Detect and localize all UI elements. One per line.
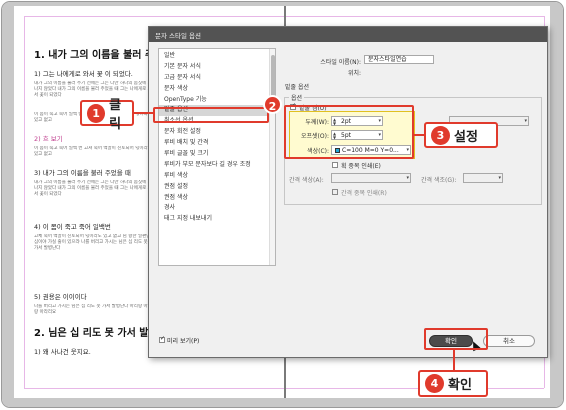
chevron-down-icon[interactable]: ▾ xyxy=(498,174,501,183)
callout-connector xyxy=(453,349,455,371)
doc-subhead: 3) 내가 그의 이름을 불러 주었을 때 xyxy=(34,169,131,177)
category-item[interactable]: 권점 색상 xyxy=(159,193,275,204)
category-item[interactable]: 일반 xyxy=(159,51,275,62)
doc-subhead: 2) 흐 보기 xyxy=(34,135,63,143)
step2-badge: 2 xyxy=(263,95,282,114)
chevron-down-icon[interactable]: ▾ xyxy=(406,174,409,183)
category-item[interactable]: OpenType 기능 xyxy=(159,95,275,106)
doc-body: 내가 그의 이름을 불러 주기 전에는 그는 다만 하나의 몸짓에 지나지 않았… xyxy=(34,180,152,198)
category-item[interactable]: 루비 색상 xyxy=(159,171,275,182)
step1-badge: 1 xyxy=(87,103,106,123)
screenshot-frame: 1. 내가 그의 이름을 불러 주었 1) 그는 나에게로 와서 꽃 이 되었다… xyxy=(1,1,564,408)
callout-connector xyxy=(132,112,154,114)
category-item[interactable]: 기본 문자 서식 xyxy=(159,62,275,73)
doc-heading-1: 1. 내가 그의 이름을 불러 주었 xyxy=(34,50,164,61)
category-item[interactable]: 태그 지정 내보내기 xyxy=(159,214,275,225)
document-text: 1. 내가 그의 이름을 불러 주었 1) 그는 나에게로 와서 꽃 이 되었다… xyxy=(34,46,167,356)
step1-label: 클릭 xyxy=(109,98,122,132)
category-item[interactable]: 문자 색상 xyxy=(159,84,275,95)
character-style-options-dialog: 문자 스타일 옵션 일반 기본 문자 서식 고급 문자 서식 문자 색상 OpenTyp… xyxy=(148,26,548,358)
step3-label: 설정 xyxy=(454,129,478,145)
location-label: 위치: xyxy=(347,70,361,77)
category-item[interactable]: 문자 회전 설정 xyxy=(159,127,275,138)
gap-tint-label: 간격 색조(G): xyxy=(421,177,457,184)
doc-heading-2: 2. 님은 십 리도 못 가서 발병난 xyxy=(34,328,167,339)
step3-badge: 3 xyxy=(431,125,450,145)
overprint-stroke-checkbox[interactable] xyxy=(332,162,338,168)
category-item[interactable]: 경사 xyxy=(159,203,275,214)
settings-highlight xyxy=(284,105,414,159)
preview-checkbox[interactable] xyxy=(159,335,165,343)
options-group-label: 옵션 xyxy=(289,93,305,102)
doc-body: 고체 죽어 백골이 진토되어 넋이라도 있고 없고 님 향한 일편단심이야 가실… xyxy=(34,234,151,252)
doc-subhead: 1) 왜 사나건 웃지요. xyxy=(34,348,91,356)
step4-label: 확인 xyxy=(448,378,472,393)
gap-color-label: 간격 색상(A): xyxy=(289,177,324,184)
ok-button-highlight xyxy=(424,328,488,350)
doc-subhead: 1) 그는 나에게로 와서 꽃 이 되었다. xyxy=(34,70,133,78)
dialog-title[interactable]: 문자 스타일 옵션 xyxy=(149,27,547,42)
section-title: 밑줄 옵션 xyxy=(285,84,309,91)
doc-body: 나를 버리고 가시는 님은 십 리도 못 가서 발병난다 아리랑 아리랑 아라리… xyxy=(34,304,152,316)
chevron-down-icon[interactable]: ▾ xyxy=(524,117,527,126)
category-list[interactable]: 일반 기본 문자 서식 고급 문자 서식 문자 색상 OpenType 기능 밑줄 옵션 취… xyxy=(158,48,276,266)
category-item[interactable]: 루비가 부모 문자보다 길 경우 조정 xyxy=(159,160,275,171)
overprint-gap-label: 간격 중복 인쇄(R) xyxy=(341,190,387,197)
category-item[interactable]: 권점 설정 xyxy=(159,182,275,193)
selected-category-highlight xyxy=(153,107,269,123)
gap-tint-combo[interactable]: ▾ xyxy=(463,173,503,183)
step4-callout: 4 확인 xyxy=(418,370,488,397)
step4-badge: 4 xyxy=(425,374,444,393)
doc-subhead: 4) 이 몸이 죽고 죽어 일백번 xyxy=(34,223,111,231)
step3-callout: 3 설정 xyxy=(424,122,498,148)
gap-color-dropdown[interactable]: ▾ xyxy=(331,173,411,183)
doc-body: 이 몸이 죽고 죽어 일백 번 고쳐 죽어 백골이 진토되어 넋이라도 있고 없… xyxy=(34,146,152,158)
margin-guide-left xyxy=(24,16,25,388)
category-item[interactable]: 루비 배치 및 간격 xyxy=(159,138,275,149)
style-name-label: 스타일 이름(N): xyxy=(320,59,361,66)
step1-callout: 1 클릭 xyxy=(80,98,134,132)
category-item[interactable]: 고급 문자 서식 xyxy=(159,73,275,84)
category-scrollbar[interactable] xyxy=(269,49,275,265)
overprint-stroke-label: 획 중복 인쇄(E) xyxy=(341,163,381,170)
preview-label: 미리 보기(P) xyxy=(167,338,200,345)
overprint-gap-checkbox[interactable] xyxy=(332,189,338,195)
style-name-field[interactable]: 문자스타일연습 xyxy=(364,55,434,64)
doc-subhead: 5) 권용은 이이이다 xyxy=(34,293,87,301)
category-item[interactable]: 루비 글꼴 및 크기 xyxy=(159,149,275,160)
cancel-button[interactable]: 취소 xyxy=(483,335,535,347)
